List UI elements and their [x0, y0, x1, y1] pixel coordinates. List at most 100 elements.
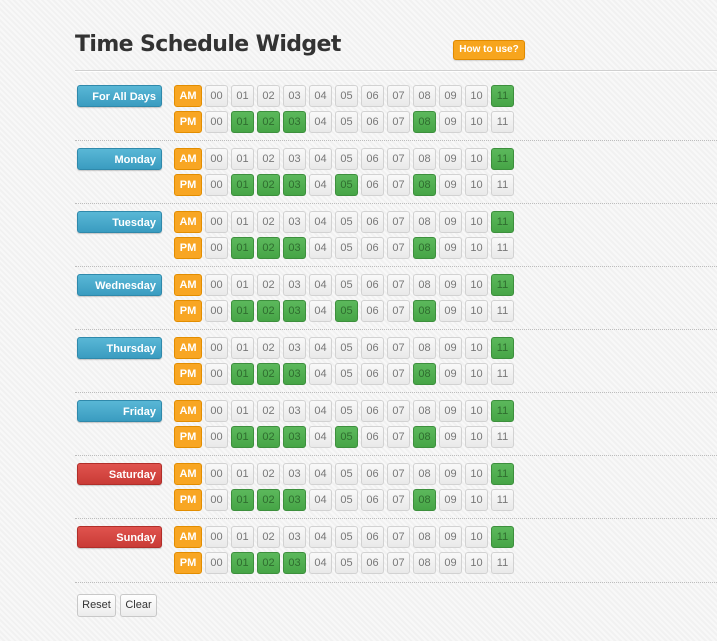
hour-cell[interactable]: 01 — [231, 148, 254, 170]
hour-cell[interactable]: 00 — [205, 174, 228, 196]
hour-cell[interactable]: 05 — [335, 300, 358, 322]
hour-cell[interactable]: 10 — [465, 552, 488, 574]
hour-cell[interactable]: 09 — [439, 300, 462, 322]
hour-cell[interactable]: 10 — [465, 300, 488, 322]
hour-cell[interactable]: 06 — [361, 552, 384, 574]
hour-cell[interactable]: 09 — [439, 274, 462, 296]
hour-cell[interactable]: 00 — [205, 85, 228, 107]
hour-cell[interactable]: 05 — [335, 111, 358, 133]
hour-cell[interactable]: 05 — [335, 463, 358, 485]
hour-cell[interactable]: 04 — [309, 463, 332, 485]
hour-cell[interactable]: 05 — [335, 489, 358, 511]
day-button[interactable]: For All Days — [77, 85, 162, 107]
hour-cell[interactable]: 06 — [361, 300, 384, 322]
hour-cell[interactable]: 07 — [387, 363, 410, 385]
hour-cell[interactable]: 05 — [335, 237, 358, 259]
hour-cell[interactable]: 11 — [491, 300, 514, 322]
hour-cell[interactable]: 04 — [309, 85, 332, 107]
hour-cell[interactable]: 02 — [257, 174, 280, 196]
hour-cell[interactable]: 05 — [335, 400, 358, 422]
hour-cell[interactable]: 09 — [439, 111, 462, 133]
hour-cell[interactable]: 04 — [309, 337, 332, 359]
hour-cell[interactable]: 03 — [283, 174, 306, 196]
hour-cell[interactable]: 06 — [361, 174, 384, 196]
hour-cell[interactable]: 04 — [309, 526, 332, 548]
hour-cell[interactable]: 05 — [335, 363, 358, 385]
hour-cell[interactable]: 02 — [257, 237, 280, 259]
hour-cell[interactable]: 00 — [205, 489, 228, 511]
hour-cell[interactable]: 03 — [283, 400, 306, 422]
day-button[interactable]: Tuesday — [77, 211, 162, 233]
hour-cell[interactable]: 11 — [491, 237, 514, 259]
hour-cell[interactable]: 08 — [413, 526, 436, 548]
hour-cell[interactable]: 00 — [205, 552, 228, 574]
hour-cell[interactable]: 03 — [283, 274, 306, 296]
hour-cell[interactable]: 00 — [205, 526, 228, 548]
hour-cell[interactable]: 09 — [439, 426, 462, 448]
am-toggle-button[interactable]: AM — [174, 463, 202, 485]
hour-cell[interactable]: 10 — [465, 148, 488, 170]
hour-cell[interactable]: 01 — [231, 463, 254, 485]
hour-cell[interactable]: 01 — [231, 274, 254, 296]
hour-cell[interactable]: 07 — [387, 174, 410, 196]
hour-cell[interactable]: 03 — [283, 237, 306, 259]
hour-cell[interactable]: 03 — [283, 148, 306, 170]
day-button[interactable]: Wednesday — [77, 274, 162, 296]
hour-cell[interactable]: 00 — [205, 237, 228, 259]
hour-cell[interactable]: 08 — [413, 85, 436, 107]
hour-cell[interactable]: 08 — [413, 300, 436, 322]
hour-cell[interactable]: 11 — [491, 211, 514, 233]
hour-cell[interactable]: 05 — [335, 426, 358, 448]
pm-toggle-button[interactable]: PM — [174, 111, 202, 133]
hour-cell[interactable]: 11 — [491, 111, 514, 133]
hour-cell[interactable]: 07 — [387, 337, 410, 359]
am-toggle-button[interactable]: AM — [174, 85, 202, 107]
hour-cell[interactable]: 08 — [413, 463, 436, 485]
pm-toggle-button[interactable]: PM — [174, 174, 202, 196]
hour-cell[interactable]: 07 — [387, 400, 410, 422]
hour-cell[interactable]: 03 — [283, 489, 306, 511]
hour-cell[interactable]: 11 — [491, 337, 514, 359]
hour-cell[interactable]: 04 — [309, 400, 332, 422]
am-toggle-button[interactable]: AM — [174, 211, 202, 233]
hour-cell[interactable]: 10 — [465, 85, 488, 107]
hour-cell[interactable]: 03 — [283, 552, 306, 574]
hour-cell[interactable]: 02 — [257, 85, 280, 107]
hour-cell[interactable]: 02 — [257, 274, 280, 296]
pm-toggle-button[interactable]: PM — [174, 489, 202, 511]
hour-cell[interactable]: 09 — [439, 489, 462, 511]
hour-cell[interactable]: 00 — [205, 363, 228, 385]
hour-cell[interactable]: 00 — [205, 300, 228, 322]
hour-cell[interactable]: 11 — [491, 426, 514, 448]
hour-cell[interactable]: 05 — [335, 526, 358, 548]
hour-cell[interactable]: 08 — [413, 237, 436, 259]
hour-cell[interactable]: 04 — [309, 426, 332, 448]
hour-cell[interactable]: 02 — [257, 489, 280, 511]
hour-cell[interactable]: 03 — [283, 111, 306, 133]
hour-cell[interactable]: 01 — [231, 85, 254, 107]
hour-cell[interactable]: 02 — [257, 300, 280, 322]
am-toggle-button[interactable]: AM — [174, 526, 202, 548]
hour-cell[interactable]: 04 — [309, 174, 332, 196]
hour-cell[interactable]: 01 — [231, 526, 254, 548]
hour-cell[interactable]: 08 — [413, 337, 436, 359]
hour-cell[interactable]: 07 — [387, 111, 410, 133]
hour-cell[interactable]: 06 — [361, 363, 384, 385]
hour-cell[interactable]: 08 — [413, 211, 436, 233]
hour-cell[interactable]: 04 — [309, 111, 332, 133]
hour-cell[interactable]: 03 — [283, 463, 306, 485]
hour-cell[interactable]: 11 — [491, 148, 514, 170]
day-button[interactable]: Sunday — [77, 526, 162, 548]
am-toggle-button[interactable]: AM — [174, 400, 202, 422]
hour-cell[interactable]: 02 — [257, 337, 280, 359]
hour-cell[interactable]: 01 — [231, 552, 254, 574]
hour-cell[interactable]: 07 — [387, 274, 410, 296]
hour-cell[interactable]: 10 — [465, 211, 488, 233]
hour-cell[interactable]: 01 — [231, 211, 254, 233]
day-button[interactable]: Monday — [77, 148, 162, 170]
hour-cell[interactable]: 08 — [413, 426, 436, 448]
hour-cell[interactable]: 03 — [283, 211, 306, 233]
hour-cell[interactable]: 00 — [205, 211, 228, 233]
hour-cell[interactable]: 09 — [439, 174, 462, 196]
hour-cell[interactable]: 11 — [491, 552, 514, 574]
